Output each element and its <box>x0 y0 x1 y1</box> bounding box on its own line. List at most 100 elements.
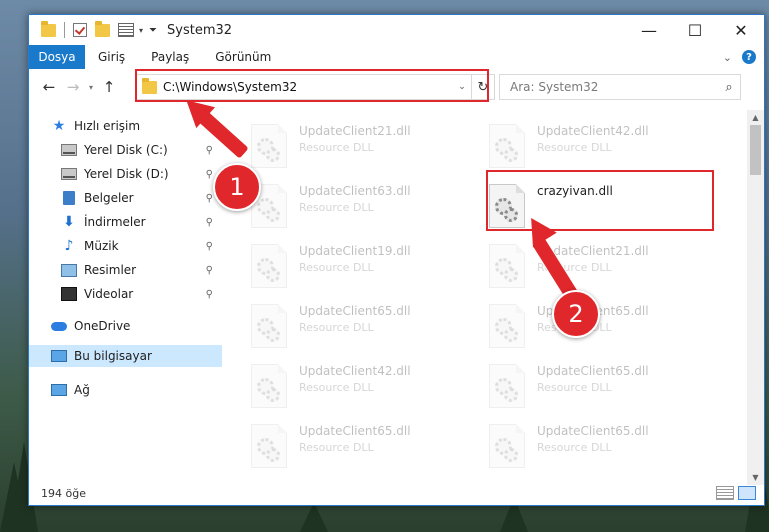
drive-icon-shape <box>61 144 77 156</box>
sidebar-item-label: Yerel Disk (D:) <box>84 167 169 181</box>
sidebar-item[interactable]: ♪ Müzik ⚲ <box>61 235 213 257</box>
toolbar-dropdown-icon[interactable]: ⏷ <box>149 25 157 36</box>
videos-icon <box>61 287 77 301</box>
maximize-button[interactable]: ☐ <box>672 15 718 45</box>
pin-icon[interactable]: ⚲ <box>206 265 213 276</box>
item-count: 194 öğe <box>41 486 86 500</box>
expand-ribbon-icon[interactable]: ⌄ <box>723 51 732 64</box>
network-icon <box>51 383 67 397</box>
properties-check-icon[interactable] <box>73 23 87 37</box>
tab-view[interactable]: Görünüm <box>202 50 284 64</box>
sidebar-item-label: Bu bilgisayar <box>74 349 152 363</box>
sidebar-item[interactable]: OneDrive <box>51 315 209 337</box>
file-item[interactable]: UpdateClient65.dllResource DLL <box>251 420 481 470</box>
file-list: UpdateClient21.dll Resource DLL UpdateClie… <box>229 110 739 470</box>
music-icon-shape: ♪ <box>64 238 74 254</box>
tab-file[interactable]: Dosya <box>29 45 85 69</box>
drive-icon-shape <box>61 168 77 180</box>
file-item[interactable]: UpdateClient65.dllResource DLL <box>489 420 719 470</box>
file-type: Resource DLL <box>299 261 374 274</box>
sidebar-item[interactable]: Resimler ⚲ <box>61 259 213 281</box>
status-bar: 194 öğe <box>29 481 764 505</box>
back-button[interactable]: ← <box>37 78 61 96</box>
gear-icon <box>266 388 280 402</box>
tab-home[interactable]: Giriş <box>85 50 138 64</box>
gear-icon <box>504 328 518 342</box>
dll-file-icon <box>489 124 525 168</box>
file-name: UpdateClient42.dll <box>299 364 411 378</box>
search-input[interactable] <box>508 79 718 95</box>
download-icon: ⬇ <box>61 214 77 230</box>
sidebar-item[interactable]: Ağ <box>51 379 209 401</box>
file-text: UpdateClient65.dll Resource DLL <box>537 420 649 454</box>
recent-locations-button[interactable]: ▾ <box>85 83 97 92</box>
ribbon-right: ⌄ ? <box>723 50 756 64</box>
file-text: UpdateClient65.dll Resource DLL <box>299 300 411 334</box>
file-type: Resource DLL <box>299 441 374 454</box>
sidebar-item[interactable]: Yerel Disk (D:) ⚲ <box>61 163 213 185</box>
file-name: UpdateClient42.dll <box>537 124 649 138</box>
pin-icon[interactable]: ⚲ <box>206 217 213 228</box>
pin-icon[interactable]: ⚲ <box>206 145 213 156</box>
scroll-thumb[interactable] <box>750 125 761 175</box>
file-item[interactable]: UpdateClient19.dll Resource DLL <box>251 240 481 296</box>
gear-icon <box>266 448 280 462</box>
file-type: Resource DLL <box>537 141 612 154</box>
pin-icon[interactable]: ⚲ <box>206 289 213 300</box>
drive-icon <box>61 143 77 157</box>
sidebar-item[interactable]: Bu bilgisayar <box>29 345 222 367</box>
file-item[interactable]: UpdateClient65.dllResource DLL <box>489 360 719 416</box>
callout-badge-1: 1 <box>213 163 261 211</box>
file-item[interactable]: UpdateClient65.dllResource DLL <box>251 300 481 356</box>
sidebar-item[interactable]: Belgeler ⚲ <box>61 187 213 209</box>
star-icon-shape: ★ <box>52 118 66 134</box>
pictures-icon <box>61 263 77 277</box>
cloud-icon <box>51 319 67 333</box>
network-icon-shape <box>51 384 67 396</box>
close-button[interactable]: ✕ <box>718 15 764 45</box>
tab-share[interactable]: Paylaş <box>138 50 202 64</box>
dll-file-icon <box>489 304 525 348</box>
pin-icon[interactable]: ⚲ <box>206 241 213 252</box>
window-title: System32 <box>167 22 233 38</box>
file-item[interactable]: UpdateClient63.dll Resource DLL <box>251 180 481 236</box>
sidebar-item-label: Ağ <box>74 383 90 397</box>
dll-file-icon <box>489 364 525 408</box>
computer-icon-shape <box>51 350 67 362</box>
file-text: UpdateClient19.dll Resource DLL <box>299 240 411 274</box>
sidebar-item-label: Hızlı erişim <box>74 119 141 133</box>
file-item[interactable]: UpdateClient42.dll Resource DLL <box>251 360 481 416</box>
search-icon[interactable]: ⌕ <box>718 80 740 95</box>
file-highlight-box <box>486 170 714 231</box>
search-box[interactable]: ⌕ <box>499 74 741 100</box>
details-view-icon[interactable] <box>716 486 734 500</box>
up-button[interactable]: ↑ <box>97 78 121 96</box>
file-item[interactable]: UpdateClient65.dllResource DLL <box>489 300 719 356</box>
chevron-down-icon[interactable]: ▾ <box>139 26 143 35</box>
documents-icon <box>61 191 77 205</box>
dll-file-icon <box>251 364 287 408</box>
sidebar-item-label: Müzik <box>84 239 119 253</box>
file-text: UpdateClient42.dll Resource DLL <box>299 360 411 394</box>
tree <box>300 502 328 532</box>
file-item[interactable]: UpdateClient42.dll Resource DLL <box>489 120 719 176</box>
file-item[interactable]: UpdateClient21.dll Resource DLL <box>489 240 719 296</box>
file-text: UpdateClient65.dll Resource DLL <box>299 420 411 454</box>
new-folder-icon[interactable] <box>95 20 110 37</box>
sidebar-item[interactable]: Yerel Disk (C:) ⚲ <box>61 139 213 161</box>
pin-icon[interactable]: ⚲ <box>206 193 213 204</box>
file-item[interactable]: UpdateClient21.dll Resource DLL <box>251 120 481 176</box>
sidebar-item[interactable]: Videolar ⚲ <box>61 283 213 305</box>
sidebar-item[interactable]: ⬇ İndirmeler ⚲ <box>61 211 213 233</box>
scroll-up-icon[interactable]: ▲ <box>747 110 764 125</box>
forward-button[interactable]: → <box>61 78 85 96</box>
vertical-scrollbar[interactable]: ▲ ▼ <box>747 110 764 485</box>
videos-icon-shape <box>61 287 77 301</box>
large-icons-view-icon[interactable] <box>738 486 756 500</box>
gear-icon <box>266 148 280 162</box>
customize-icon[interactable] <box>118 23 134 37</box>
pin-icon[interactable]: ⚲ <box>206 169 213 180</box>
drive-icon <box>61 167 77 181</box>
minimize-button[interactable]: — <box>626 15 672 45</box>
help-icon[interactable]: ? <box>742 50 756 64</box>
